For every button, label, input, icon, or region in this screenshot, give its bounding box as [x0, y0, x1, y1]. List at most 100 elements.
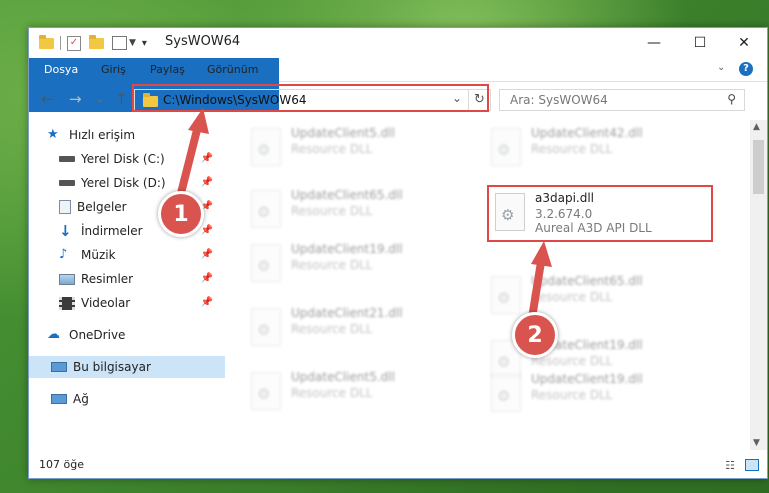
large-icons-view-icon[interactable]	[745, 459, 759, 471]
drive-icon	[59, 180, 75, 186]
sidebar-item-disk-c[interactable]: Yerel Disk (C:) 📌	[29, 148, 225, 170]
sidebar-item-this-pc[interactable]: Bu bilgisayar	[29, 356, 225, 378]
back-button[interactable]: ←	[41, 90, 54, 108]
scroll-down-icon[interactable]: ▼	[753, 438, 760, 448]
tab-home[interactable]: Giriş	[91, 58, 136, 81]
file-list: UpdateClient5.dll Resource DLL UpdateCli…	[229, 120, 741, 440]
window-title: SysWOW64	[165, 34, 241, 49]
file-name: UpdateClient19.dll	[291, 242, 403, 256]
search-placeholder: Ara: SysWOW64	[510, 93, 608, 107]
file-description: Resource DLL	[531, 388, 613, 402]
dll-file-icon	[495, 193, 525, 231]
details-view-icon[interactable]: ☷	[725, 459, 735, 472]
scroll-up-icon[interactable]: ▲	[753, 122, 760, 132]
file-name: UpdateClient42.dll	[531, 126, 643, 140]
dll-file-icon	[251, 128, 281, 166]
dropdown-arrow-icon[interactable]: ▾	[142, 38, 147, 49]
file-name: UpdateClient65.dll	[291, 188, 403, 202]
file-description: Aureal A3D API DLL	[535, 221, 652, 235]
sidebar-item-network[interactable]: Ağ	[29, 388, 225, 410]
step-1-badge: 1	[158, 191, 204, 237]
pin-icon[interactable]: 📌	[201, 297, 213, 308]
file-item[interactable]: UpdateClient65.dll Resource DLL	[245, 184, 465, 238]
file-description: Resource DLL	[291, 386, 373, 400]
file-item[interactable]: UpdateClient5.dll Resource DLL	[245, 122, 465, 176]
file-name: UpdateClient5.dll	[291, 126, 395, 140]
tab-view[interactable]: Görünüm	[197, 58, 268, 81]
file-description: Resource DLL	[291, 258, 373, 272]
file-item[interactable]: UpdateClient21.dll Resource DLL	[245, 302, 465, 356]
file-name: UpdateClient21.dll	[291, 306, 403, 320]
dll-file-icon	[251, 244, 281, 282]
scrollbar-thumb[interactable]	[753, 140, 764, 194]
sidebar-item-videos[interactable]: Videolar 📌	[29, 292, 225, 314]
pin-icon[interactable]: 📌	[201, 153, 213, 164]
maximize-button[interactable]: ☐	[677, 28, 723, 58]
file-description: Resource DLL	[291, 204, 373, 218]
folder-icon	[39, 34, 54, 49]
dll-file-icon	[251, 308, 281, 346]
pictures-icon	[59, 273, 75, 285]
address-highlight-box	[132, 84, 489, 112]
file-name: UpdateClient19.dll	[531, 372, 643, 386]
file-item[interactable]: UpdateClient65.dll Resource DLL	[485, 270, 705, 324]
sidebar-item-quick-access[interactable]: ★ Hızlı erişim	[29, 124, 225, 146]
sidebar-item-label: Müzik	[81, 248, 116, 262]
sidebar-item-label: Yerel Disk (D:)	[81, 176, 166, 190]
dll-file-icon	[251, 372, 281, 410]
dll-file-icon	[491, 128, 521, 166]
download-icon: ↓	[59, 222, 72, 240]
help-icon[interactable]: ?	[739, 62, 753, 76]
videos-icon	[59, 296, 75, 310]
music-icon: ♪	[59, 247, 68, 262]
customize-icon[interactable]	[112, 36, 127, 50]
minimize-button[interactable]: —	[631, 28, 677, 58]
file-item[interactable]: UpdateClient19.dll Resource DLL	[485, 368, 705, 422]
file-item[interactable]: UpdateClient19.dll Resource DLL	[245, 238, 465, 292]
properties-icon[interactable]: ✓	[67, 35, 81, 51]
navigation-pane: ★ Hızlı erişim Yerel Disk (C:) 📌 Yerel D…	[29, 120, 229, 440]
sidebar-item-onedrive[interactable]: ☁ OneDrive	[29, 324, 225, 346]
pin-icon[interactable]: 📌	[201, 177, 213, 188]
computer-icon	[51, 362, 67, 372]
sidebar-item-label: Hızlı erişim	[69, 128, 136, 142]
file-item-a3dapi[interactable]: a3dapi.dll 3.2.674.0 Aureal A3D API DLL	[487, 185, 713, 242]
file-name: UpdateClient65.dll	[531, 274, 643, 288]
star-icon: ★	[47, 127, 59, 142]
recent-locations-button[interactable]: ⌄	[95, 92, 104, 105]
file-description: Resource DLL	[291, 142, 373, 156]
forward-button[interactable]: →	[69, 90, 82, 108]
dll-file-icon	[491, 276, 521, 314]
pin-icon[interactable]: 📌	[201, 225, 213, 236]
quick-access-toolbar: ✓ ▼ ▾	[39, 34, 147, 52]
close-button[interactable]: ✕	[721, 28, 767, 58]
new-folder-icon[interactable]	[89, 34, 104, 49]
sidebar-item-label: Resimler	[81, 272, 134, 286]
vertical-scrollbar[interactable]: ▲ ▼	[750, 120, 767, 450]
tab-share[interactable]: Paylaş	[140, 58, 195, 81]
dll-file-icon	[251, 190, 281, 228]
sidebar-item-label: OneDrive	[69, 328, 126, 342]
file-item[interactable]: UpdateClient5.dll Resource DLL	[245, 366, 465, 420]
file-version: 3.2.674.0	[535, 207, 593, 221]
sidebar-item-music[interactable]: ♪ Müzik 📌	[29, 244, 225, 266]
up-button[interactable]: ↑	[115, 90, 128, 108]
pin-icon[interactable]: 📌	[201, 273, 213, 284]
dll-file-icon	[491, 374, 521, 412]
ribbon-tabs: Dosya Giriş Paylaş Görünüm ⌄ ?	[29, 58, 767, 112]
sidebar-item-label: Belgeler	[77, 200, 127, 214]
file-item[interactable]: UpdateClient42.dll Resource DLL	[485, 122, 705, 176]
documents-icon	[59, 200, 71, 214]
sidebar-item-pictures[interactable]: Resimler 📌	[29, 268, 225, 290]
search-input[interactable]: Ara: SysWOW64 ⚲	[499, 89, 745, 111]
sidebar-item-label: Ağ	[73, 392, 89, 406]
chevron-down-icon[interactable]: ▼	[129, 38, 136, 48]
sidebar-item-label: İndirmeler	[81, 224, 143, 238]
cloud-icon: ☁	[47, 327, 60, 342]
step-2-badge: 2	[512, 312, 558, 358]
file-description: Resource DLL	[531, 142, 613, 156]
pin-icon[interactable]: 📌	[201, 249, 213, 260]
sidebar-item-disk-d[interactable]: Yerel Disk (D:) 📌	[29, 172, 225, 194]
search-icon[interactable]: ⚲	[727, 92, 736, 106]
expand-ribbon-icon[interactable]: ⌄	[717, 62, 725, 73]
